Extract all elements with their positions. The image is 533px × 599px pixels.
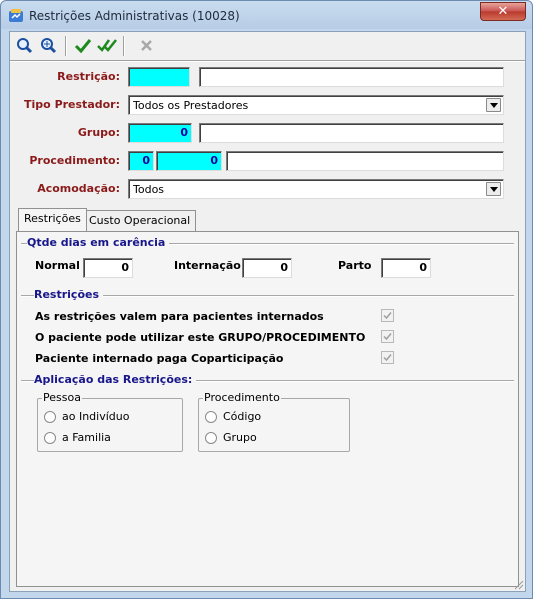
internacao-field[interactable]: 0	[242, 258, 292, 278]
tab-restricoes[interactable]: Restrições	[18, 208, 87, 231]
codigo-radio[interactable]	[205, 411, 217, 423]
check-icon[interactable]	[72, 36, 94, 56]
toolbar-separator	[123, 36, 125, 56]
tipo-prestador-label: Tipo Prestador:	[24, 98, 120, 111]
paciente-utilizar-label: O paciente pode utilizar este GRUPO/PROC…	[35, 331, 366, 344]
acomodacao-value: Todos	[133, 183, 165, 196]
chevron-down-icon[interactable]	[486, 98, 501, 112]
restricao-internados-label: As restrições valem para pacientes inter…	[35, 310, 324, 323]
pessoa-legend: Pessoa	[42, 391, 82, 404]
procedimento-fieldset: Procedimento Código Grupo	[198, 391, 350, 452]
procedimento-label: Procedimento:	[29, 154, 120, 167]
window: Restrições Administrativas (10028) ✕ Res…	[0, 0, 533, 599]
grupo-radio-label[interactable]: Grupo	[223, 431, 257, 444]
procedimento-legend: Procedimento	[203, 391, 281, 404]
internacao-label: Internação	[174, 259, 241, 272]
search-next-icon[interactable]	[38, 36, 60, 56]
restricao-internados-checkbox[interactable]	[381, 309, 394, 322]
restricao-description-field[interactable]	[199, 67, 504, 87]
normal-field[interactable]: 0	[83, 258, 133, 278]
resize-grip-icon[interactable]	[512, 578, 524, 590]
grupo-label: Grupo:	[77, 126, 120, 139]
acomodacao-select[interactable]: Todos	[128, 179, 504, 199]
toolbar	[10, 32, 525, 60]
tab-panel-restricoes: Qtde dias em carência Normal 0 Internaçã…	[16, 231, 519, 587]
restricoes-title: Restrições	[34, 288, 104, 301]
parto-field[interactable]: 0	[381, 258, 431, 278]
search-icon[interactable]	[14, 36, 36, 56]
paciente-coparticipacao-label: Paciente internado paga Coparticipação	[35, 352, 284, 365]
procedimento-code2-field[interactable]: 0	[156, 151, 222, 171]
a-familia-label[interactable]: a Familia	[62, 431, 111, 444]
window-title: Restrições Administrativas (10028)	[29, 9, 240, 23]
grupo-radio[interactable]	[205, 432, 217, 444]
app-icon	[9, 9, 23, 22]
close-button[interactable]: ✕	[480, 2, 526, 21]
pessoa-fieldset: Pessoa ao Indivíduo a Familia	[37, 391, 183, 452]
check-all-icon[interactable]	[96, 36, 118, 56]
codigo-label[interactable]: Código	[223, 410, 261, 423]
delete-icon[interactable]	[136, 36, 158, 56]
normal-label: Normal	[35, 259, 80, 272]
tipo-prestador-select[interactable]: Todos os Prestadores	[128, 95, 504, 115]
toolbar-divider	[10, 60, 525, 62]
paciente-utilizar-checkbox[interactable]	[381, 330, 394, 343]
ao-individuo-radio[interactable]	[44, 411, 56, 423]
chevron-down-icon[interactable]	[486, 182, 501, 196]
client-area: Restrição: Tipo Prestador: Todos os Pres…	[9, 31, 526, 592]
paciente-coparticipacao-checkbox[interactable]	[381, 351, 394, 364]
acomodacao-label: Acomodação:	[37, 182, 120, 195]
tab-custo-operacional[interactable]: Custo Operacional	[83, 210, 197, 231]
toolbar-separator	[65, 36, 67, 56]
grupo-code-field[interactable]: 0	[128, 123, 192, 143]
procedimento-description-field[interactable]	[226, 151, 504, 171]
carencia-title: Qtde dias em carência	[27, 236, 170, 249]
restricao-label: Restrição:	[57, 70, 120, 83]
procedimento-code1-field[interactable]: 0	[128, 151, 154, 171]
title-bar[interactable]: Restrições Administrativas (10028) ✕	[1, 1, 532, 31]
ao-individuo-label[interactable]: ao Indivíduo	[62, 410, 129, 423]
tipo-prestador-value: Todos os Prestadores	[133, 99, 249, 112]
grupo-description-field[interactable]	[199, 123, 504, 143]
aplicacao-title: Aplicação das Restrições:	[34, 373, 197, 386]
parto-label: Parto	[338, 259, 372, 272]
a-familia-radio[interactable]	[44, 432, 56, 444]
restricao-code-field[interactable]	[128, 67, 190, 87]
